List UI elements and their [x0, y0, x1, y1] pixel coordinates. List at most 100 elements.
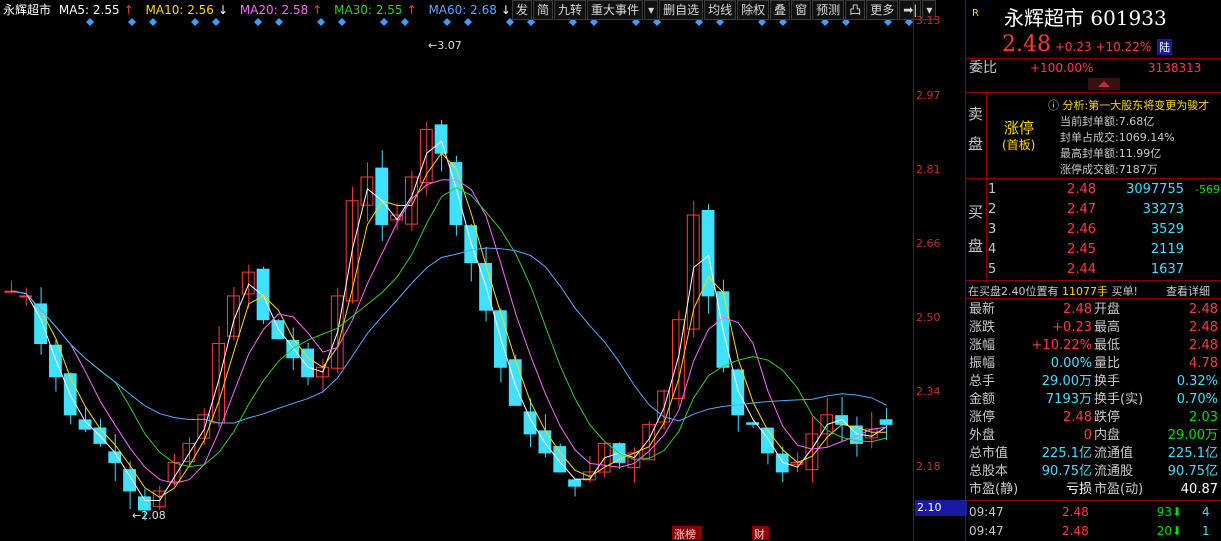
legend-ma20: MA20: 2.58 ↑	[240, 3, 326, 17]
limit-up-sub: (首板)	[1002, 138, 1036, 152]
notice-suffix: 买单!	[1111, 285, 1138, 298]
candlestick	[820, 397, 834, 447]
stat-label: 换手(实)	[1094, 392, 1144, 407]
buy-volume: 1637	[1150, 262, 1184, 277]
axis-label: 3.13	[916, 14, 941, 27]
stat-value: 亏损	[1065, 482, 1092, 497]
event-marker-icon[interactable]	[380, 18, 388, 26]
stat-row: 涨停 2.48 跌停 2.03	[966, 409, 1221, 427]
buy-level-row[interactable]: 5 2.44 1637	[966, 261, 1221, 279]
stat-row: 涨幅 +10.22% 最低 2.48	[966, 337, 1221, 355]
event-marker-icon[interactable]	[254, 18, 262, 26]
ma-legend: 永辉超市 MA5: 2.55 ↑ MA10: 2.56 ↓ MA20: 2.58 ↑ …	[3, 2, 519, 18]
buy-level-row[interactable]: 1 2.48 3097755 -569	[966, 181, 1221, 199]
ma30-value: MA30: 2.55	[334, 3, 403, 17]
stat-value: 29.00万	[1167, 428, 1218, 443]
toolbar-button[interactable]: 叠	[770, 0, 791, 20]
stat-label: 涨停	[969, 410, 996, 425]
event-marker-icon[interactable]	[317, 18, 325, 26]
price-change: +0.23	[1054, 40, 1092, 54]
buy-volume: 2119	[1150, 242, 1184, 257]
weibi-pct: +100.00%	[1030, 61, 1094, 75]
collapse-arrow-icon[interactable]	[1088, 78, 1120, 90]
toolbar-button[interactable]: 预测	[812, 0, 845, 20]
event-marker-icon[interactable]	[464, 18, 472, 26]
toolbar-button[interactable]: 发	[512, 0, 533, 20]
toolbar-button[interactable]: 除权	[737, 0, 770, 20]
buy-level-row[interactable]: 3 2.46 3529	[966, 221, 1221, 239]
candlestick	[78, 407, 92, 433]
candlestick	[345, 186, 359, 304]
ma30-arrow-icon: ↑	[406, 3, 417, 17]
buy-level: 1	[988, 182, 997, 197]
seal-ratio: 封单占成交:1069.14%	[1060, 131, 1175, 144]
axis-label: 2.81	[916, 163, 941, 176]
ma5-arrow-icon: ↑	[123, 3, 134, 17]
event-marker-icon[interactable]	[86, 18, 94, 26]
toolbar-button[interactable]: 窗	[791, 0, 812, 20]
event-marker-icon[interactable]	[191, 18, 199, 26]
tick-count: 1	[1202, 524, 1210, 538]
tick-time: 09:47	[969, 524, 1004, 538]
event-marker-icon[interactable]	[128, 18, 136, 26]
toolbar-button[interactable]: 重大事件	[587, 0, 644, 20]
sell-label-top: 卖	[968, 105, 984, 123]
event-tag[interactable]: 涨榜	[674, 527, 696, 541]
buy-level-row[interactable]: 2 2.47 33273	[966, 201, 1221, 219]
buy-price: 2.44	[1067, 262, 1096, 277]
buy-price: 2.45	[1067, 242, 1096, 257]
kline-chart[interactable]: ←3.07 ←2.08 涨榜财 永辉超市 MA5: 2.55 ↑ MA10: 2.56…	[0, 0, 937, 541]
toolbar-button[interactable]: 更多	[866, 0, 899, 20]
quote-panel: R 永辉超市 601933 2.48 +0.23 +10.22% 陆 委比 +1…	[965, 0, 1221, 541]
event-marker-icon[interactable]	[443, 18, 451, 26]
event-marker-icon[interactable]	[149, 18, 157, 26]
buy-volume: 33273	[1142, 202, 1184, 217]
analysis-line[interactable]: ⓘ 分析:第一大股东将变更为骏才	[1048, 97, 1218, 113]
quote-header: R 永辉超市 601933	[966, 0, 1221, 30]
tick-volume: 93	[1156, 505, 1172, 519]
divider	[966, 178, 1221, 179]
stat-label: 开盘	[1094, 302, 1121, 317]
stat-label: 总手	[969, 374, 996, 389]
weibi-label: 委比	[969, 60, 997, 76]
stat-label: 量比	[1094, 356, 1121, 371]
toolbar-button[interactable]: 九转	[554, 0, 587, 20]
weibi-vol: 3138313	[1148, 61, 1202, 75]
limit-turnover: 涨停成交额:7187万	[1060, 163, 1158, 176]
ma60-arrow-icon: ↓	[500, 3, 511, 17]
toolbar-button[interactable]: 删自选	[659, 0, 704, 20]
price-line: 2.48 +0.23 +10.22% 陆	[1002, 32, 1173, 57]
tick-price: 2.48	[1062, 505, 1089, 519]
info-icon: ⓘ	[1048, 99, 1059, 112]
event-marker-icon[interactable]	[212, 18, 220, 26]
view-details-link[interactable]: 查看详细	[1166, 283, 1210, 299]
toolbar-button[interactable]: 均线	[704, 0, 737, 20]
stat-label: 最新	[969, 302, 996, 317]
candlestick	[152, 485, 166, 510]
buy-level-row[interactable]: 4 2.45 2119	[966, 241, 1221, 259]
toolbar-button[interactable]: 简	[533, 0, 554, 20]
stat-row: 金额 7193万 换手(实) 0.70%	[966, 391, 1221, 409]
ma10-line	[11, 152, 887, 498]
stat-row: 总市值 225.1亿 流通值 225.1亿	[966, 445, 1221, 463]
tick-row: 09:47 2.48 20 ⬇ 1	[966, 522, 1221, 540]
toolbar-button[interactable]: ▾	[644, 0, 659, 20]
event-marker-icon[interactable]	[401, 18, 409, 26]
buy-price: 2.46	[1067, 222, 1096, 237]
kline-svg[interactable]: ←3.07 ←2.08 涨榜 财	[0, 0, 913, 541]
candlestick	[375, 150, 389, 241]
stat-label: 涨幅	[969, 338, 996, 353]
event-tag[interactable]: 财	[754, 527, 765, 541]
stat-row: 总手 29.00万 换手 0.32%	[966, 373, 1221, 391]
candlestick	[568, 479, 582, 497]
stat-label: 金额	[969, 392, 996, 407]
candlestick	[731, 368, 745, 432]
big-order-notice: 在买盘2.40位置有 11077手 买单!	[968, 283, 1138, 299]
toolbar-button[interactable]: 凸	[845, 0, 866, 20]
event-marker-icon[interactable]	[338, 18, 346, 26]
down-arrow-icon: ⬇	[1172, 524, 1183, 538]
buy-level: 4	[988, 242, 997, 257]
buy-level: 5	[988, 262, 997, 277]
event-marker-icon[interactable]	[275, 18, 283, 26]
stat-value: 4.78	[1189, 356, 1218, 371]
